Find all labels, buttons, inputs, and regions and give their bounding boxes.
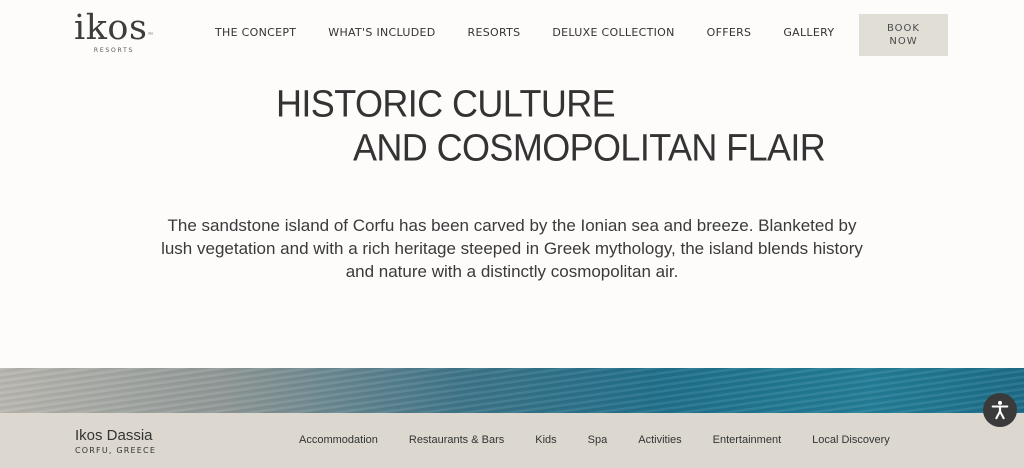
main-nav: THE CONCEPT WHAT'S INCLUDED RESORTS DELU…	[215, 26, 866, 39]
nav-the-concept[interactable]: THE CONCEPT	[215, 26, 296, 39]
resort-name: Ikos Dassia	[75, 427, 153, 444]
subnav-kids[interactable]: Kids	[535, 434, 556, 446]
book-now-label-2: NOW	[889, 36, 918, 47]
page-headline: HISTORIC CULTURE AND COSMOPOLITAN FLAIR	[276, 82, 876, 170]
nav-offers[interactable]: OFFERS	[707, 26, 752, 39]
book-now-button[interactable]: BOOK NOW	[859, 14, 948, 56]
headline-line-1: HISTORIC CULTURE	[276, 81, 616, 125]
resort-subnav: Accommodation Restaurants & Bars Kids Sp…	[299, 434, 921, 446]
accessibility-button[interactable]	[983, 393, 1017, 427]
intro-paragraph: The sandstone island of Corfu has been c…	[161, 216, 863, 281]
book-now-label-1: BOOK	[887, 23, 920, 34]
logo-wordmark: ikos™	[74, 8, 154, 48]
headline-line-2: AND COSMOPOLITAN FLAIR	[353, 126, 826, 170]
nav-deluxe-collection[interactable]: DELUXE COLLECTION	[552, 26, 674, 39]
logo-subtitle: RESORTS	[93, 47, 135, 54]
subnav-activities[interactable]: Activities	[638, 434, 681, 446]
nav-resorts[interactable]: RESORTS	[468, 26, 521, 39]
site-header: ikos™ RESORTS THE CONCEPT WHAT'S INCLUDE…	[0, 0, 1024, 70]
subnav-restaurants-bars[interactable]: Restaurants & Bars	[409, 434, 504, 446]
nav-whats-included[interactable]: WHAT'S INCLUDED	[328, 26, 435, 39]
subnav-spa[interactable]: Spa	[588, 434, 608, 446]
subnav-accommodation[interactable]: Accommodation	[299, 434, 378, 446]
nav-gallery[interactable]: GALLERY	[783, 26, 834, 39]
resort-location: CORFU, GREECE	[75, 446, 157, 455]
accessibility-icon	[991, 400, 1009, 420]
subnav-local-discovery[interactable]: Local Discovery	[812, 434, 890, 446]
ikos-logo[interactable]: ikos™ RESORTS	[72, 10, 156, 54]
subnav-entertainment[interactable]: Entertainment	[713, 434, 781, 446]
